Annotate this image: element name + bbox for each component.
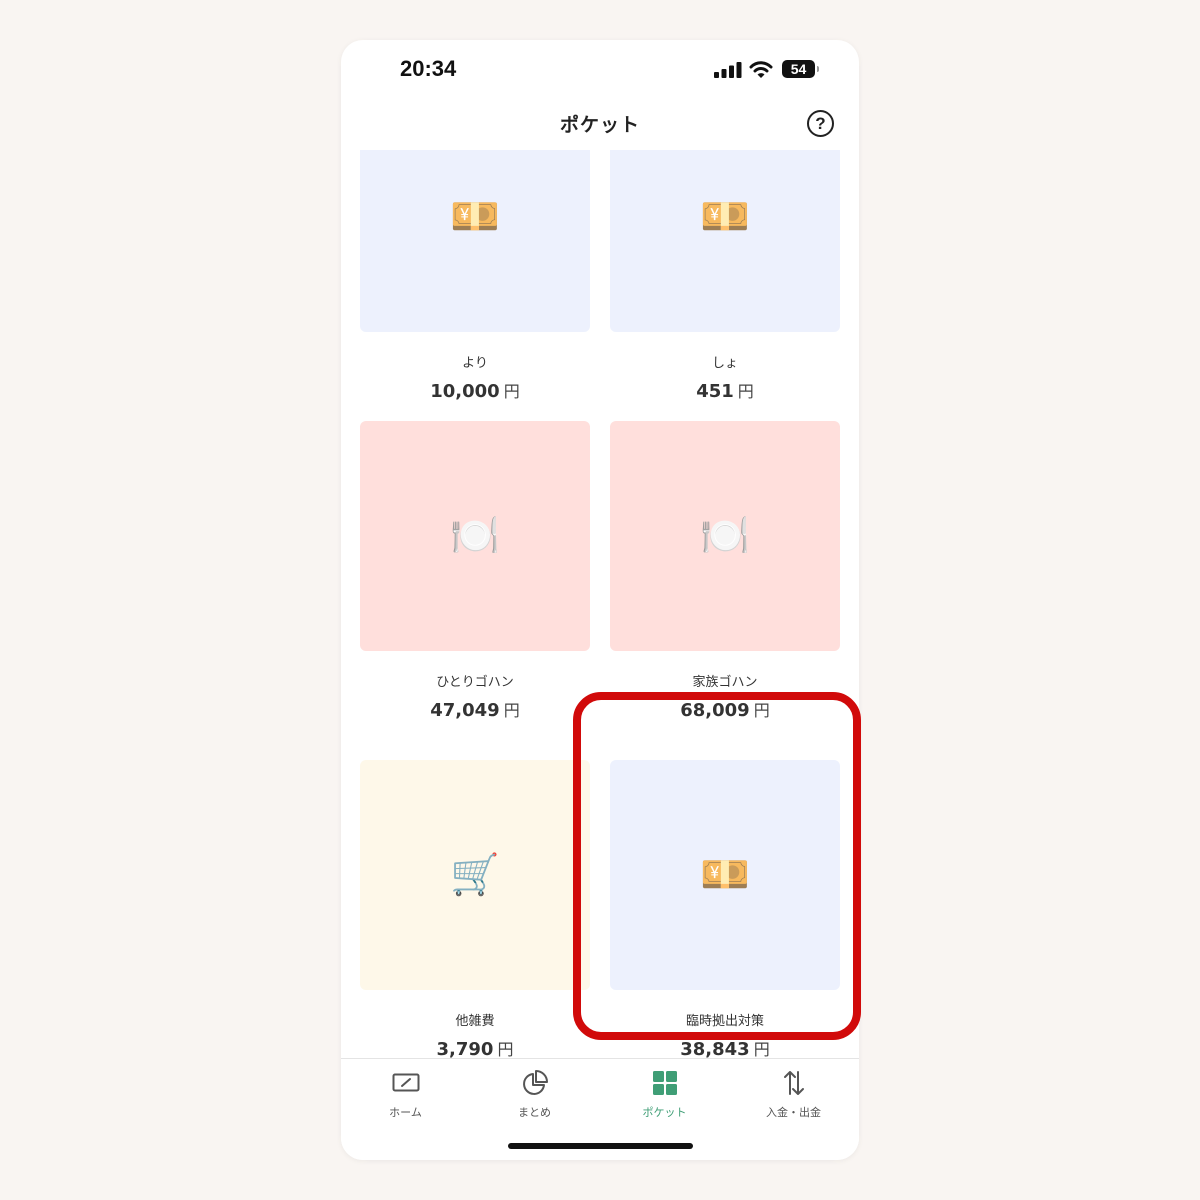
- tab-label: ポケット: [642, 1106, 687, 1119]
- status-bar: 20:34 54: [341, 40, 859, 104]
- currency-label: 円: [753, 701, 770, 720]
- pocket-name: しょ: [711, 356, 738, 371]
- plate-icon: 🍽️: [450, 513, 500, 559]
- pocket-card[interactable]: 🍽️ ひとりゴハン 47,049 円: [360, 421, 590, 741]
- pocket-card[interactable]: 🍽️ 家族ゴハン 68,009 円: [610, 421, 840, 741]
- plate-icon: 🍽️: [700, 513, 750, 559]
- pocket-tile: 💴: [610, 760, 840, 990]
- pocket-tile: 🍽️: [360, 421, 590, 651]
- grid-icon: [652, 1071, 677, 1095]
- pie-chart-icon: [522, 1070, 548, 1095]
- pocket-tile: 💴: [360, 150, 590, 332]
- nav-header: ポケット ?: [341, 104, 859, 150]
- pocket-amount: 47,049 円: [360, 697, 590, 721]
- battery-icon: 54: [782, 60, 819, 78]
- currency-label: 円: [753, 1040, 770, 1058]
- home-indicator: [508, 1143, 693, 1149]
- status-time: 20:34: [400, 56, 457, 81]
- pocket-name: より: [462, 356, 488, 371]
- tab-pocket[interactable]: ポケット: [600, 1069, 729, 1129]
- page-title: ポケット: [559, 114, 640, 136]
- pocket-card[interactable]: 💴 しょ 451 円: [610, 150, 840, 422]
- pocket-card[interactable]: 💴 より 10,000 円: [360, 150, 590, 422]
- pocket-amount: 68,009 円: [610, 697, 840, 721]
- currency-label: 円: [737, 382, 754, 401]
- money-icon: 💴: [700, 852, 750, 898]
- pocket-name: 家族ゴハン: [692, 675, 758, 690]
- pocket-amount: 451 円: [610, 378, 840, 402]
- pocket-tile: 💴: [610, 150, 840, 332]
- tab-summary[interactable]: まとめ: [470, 1069, 599, 1129]
- pocket-name: 臨時拠出対策: [685, 1014, 764, 1029]
- money-icon: 💴: [450, 194, 500, 240]
- currency-label: 円: [503, 382, 520, 401]
- amount-value: 38,843: [680, 1039, 750, 1058]
- tab-label: まとめ: [518, 1106, 551, 1119]
- tab-deposit-withdraw[interactable]: 入金・出金: [729, 1069, 858, 1129]
- amount-value: 451: [696, 381, 734, 402]
- money-icon: 💴: [700, 194, 750, 240]
- wifi-icon: [749, 61, 773, 78]
- pocket-amount: 38,843 円: [610, 1036, 840, 1058]
- pocket-amount: 3,790 円: [360, 1036, 590, 1058]
- pocket-amount: 10,000 円: [360, 378, 590, 402]
- pocket-name: ひとりゴハン: [436, 675, 514, 690]
- pocket-card[interactable]: 💴 臨時拠出対策 38,843 円: [610, 760, 840, 1058]
- amount-value: 68,009: [680, 700, 750, 721]
- pocket-name: 他雑費: [455, 1014, 495, 1029]
- tab-home[interactable]: ホーム: [341, 1069, 470, 1129]
- tab-label: 入金・出金: [766, 1106, 821, 1119]
- amount-value: 47,049: [430, 700, 500, 721]
- amount-value: 10,000: [430, 381, 500, 402]
- phone-screen: 20:34 54 ポケット ? 💴 より 10,000 円 💴 しょ 451 円…: [341, 40, 859, 1160]
- pocket-grid: 💴 より 10,000 円 💴 しょ 451 円 🍽️ ひとりゴハン 47,049 円…: [341, 150, 859, 1058]
- pocket-tile: 🛒: [360, 760, 590, 990]
- currency-label: 円: [503, 701, 520, 720]
- shopping-cart-icon: 🛒: [450, 852, 500, 898]
- amount-value: 3,790: [436, 1039, 494, 1058]
- pocket-card[interactable]: 🛒 他雑費 3,790 円: [360, 760, 590, 1058]
- cellular-signal-icon: [714, 62, 742, 78]
- pocket-tile: 🍽️: [610, 421, 840, 651]
- currency-label: 円: [497, 1040, 514, 1058]
- home-icon: [392, 1073, 419, 1092]
- help-button[interactable]: ?: [807, 110, 834, 137]
- tab-label: ホーム: [389, 1106, 422, 1119]
- transfer-arrows-icon: [783, 1071, 804, 1095]
